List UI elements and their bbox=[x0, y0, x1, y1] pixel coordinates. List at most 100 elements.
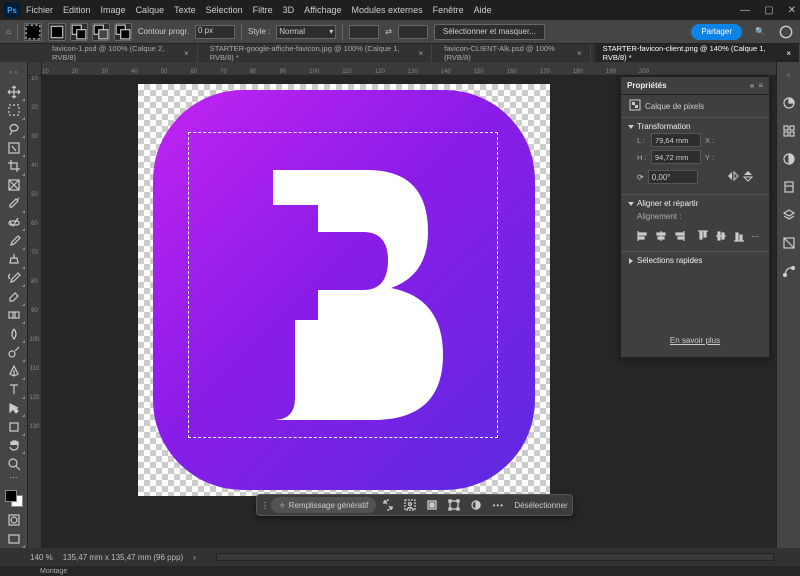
zoom-tool[interactable] bbox=[3, 454, 25, 473]
align-hcenter-icon[interactable] bbox=[655, 229, 667, 243]
chevron-down-icon[interactable] bbox=[628, 202, 634, 206]
select-subject-icon[interactable] bbox=[400, 495, 420, 515]
timeline-label[interactable]: Montage bbox=[0, 566, 800, 576]
search-icon[interactable]: 🔍 bbox=[752, 24, 768, 40]
layers-panel-icon[interactable] bbox=[780, 206, 798, 224]
transform-icon[interactable] bbox=[444, 495, 464, 515]
ruler-vertical[interactable]: 102030405060708090100110120130 bbox=[28, 76, 42, 548]
menu-item[interactable]: Fenêtre bbox=[433, 5, 464, 15]
menu-item[interactable]: Sélection bbox=[206, 5, 243, 15]
frame-tool[interactable] bbox=[3, 176, 25, 195]
contextual-taskbar[interactable]: ⋮ ✧Remplissage génératif ••• Désélection… bbox=[256, 494, 573, 516]
document-tab[interactable]: STARTER-google-affiche-favicon.jpg @ 100… bbox=[202, 44, 432, 62]
width-value[interactable]: 79,64 mm bbox=[651, 133, 701, 147]
menu-item[interactable]: Texte bbox=[174, 5, 196, 15]
type-tool[interactable] bbox=[3, 380, 25, 399]
learn-more-link[interactable]: En savoir plus bbox=[621, 324, 769, 357]
selection-new-icon[interactable] bbox=[48, 23, 66, 41]
selection-sub-icon[interactable] bbox=[92, 23, 110, 41]
path-select-tool[interactable] bbox=[3, 399, 25, 418]
libraries-panel-icon[interactable] bbox=[780, 178, 798, 196]
tab-close-icon[interactable]: × bbox=[786, 49, 791, 58]
eyedropper-tool[interactable] bbox=[3, 194, 25, 213]
menu-item[interactable]: Aide bbox=[474, 5, 492, 15]
deselect-button[interactable]: Désélectionner bbox=[514, 501, 567, 510]
flip-h-icon[interactable] bbox=[727, 171, 739, 183]
eraser-tool[interactable] bbox=[3, 287, 25, 306]
height-value[interactable]: 94,72 mm bbox=[651, 150, 701, 164]
width-input[interactable] bbox=[349, 25, 379, 39]
history-brush-tool[interactable] bbox=[3, 269, 25, 288]
align-top-icon[interactable] bbox=[697, 229, 709, 243]
share-button[interactable]: Partager bbox=[691, 24, 742, 40]
menu-item[interactable]: Calque bbox=[136, 5, 165, 15]
quick-section-title[interactable]: Sélections rapides bbox=[637, 256, 702, 265]
toolbox-collapse-icon[interactable]: « » bbox=[9, 70, 17, 76]
transform-section-title[interactable]: Transformation bbox=[637, 122, 691, 131]
channels-panel-icon[interactable] bbox=[780, 234, 798, 252]
properties-panel[interactable]: Propriétés «≡ Calque de pixels Transform… bbox=[620, 76, 770, 358]
selection-add-icon[interactable] bbox=[70, 23, 88, 41]
doc-info[interactable]: 135,47 mm x 135,47 mm (96 ppp) bbox=[63, 553, 184, 562]
menu-item[interactable]: Affichage bbox=[304, 5, 341, 15]
adjustments-panel-icon[interactable] bbox=[780, 150, 798, 168]
align-vcenter-icon[interactable] bbox=[715, 229, 727, 243]
select-mask-button[interactable]: Sélectionner et masquer... bbox=[434, 24, 545, 40]
brush-tool[interactable] bbox=[3, 231, 25, 250]
canvas[interactable] bbox=[138, 84, 550, 496]
align-bottom-icon[interactable] bbox=[733, 229, 745, 243]
crop-tool[interactable] bbox=[3, 157, 25, 176]
ruler-horizontal[interactable]: 1020304050607080901001101201301401501601… bbox=[28, 62, 776, 76]
align-more-icon[interactable]: ⋯ bbox=[751, 229, 759, 243]
align-left-icon[interactable] bbox=[637, 229, 649, 243]
swatches-panel-icon[interactable] bbox=[780, 122, 798, 140]
ruler-origin[interactable] bbox=[28, 62, 42, 76]
fill-icon[interactable] bbox=[466, 495, 486, 515]
shape-tool[interactable] bbox=[3, 417, 25, 436]
tab-close-icon[interactable]: × bbox=[184, 49, 189, 58]
document-tab[interactable]: favicon-CLIENT-Alk.psd @ 100% (RVB/8)× bbox=[436, 44, 590, 62]
genexpand-icon[interactable] bbox=[378, 495, 398, 515]
selection-marquee[interactable] bbox=[188, 132, 498, 438]
zoom-value[interactable]: 140 % bbox=[30, 553, 53, 562]
panel-menu-icon[interactable]: ≡ bbox=[758, 81, 763, 90]
doc-info-chevron-icon[interactable]: › bbox=[193, 553, 196, 562]
healing-tool[interactable] bbox=[3, 213, 25, 232]
panel-collapse-icon[interactable]: « bbox=[750, 81, 754, 90]
tool-edit-icon[interactable]: ⋯ bbox=[10, 473, 18, 486]
height-input[interactable] bbox=[398, 25, 428, 39]
close-icon[interactable]: ✕ bbox=[788, 5, 796, 16]
tab-close-icon[interactable]: × bbox=[418, 49, 423, 58]
panel-title[interactable]: Propriétés bbox=[627, 81, 667, 90]
blur-tool[interactable] bbox=[3, 324, 25, 343]
pen-tool[interactable] bbox=[3, 362, 25, 381]
selection-int-icon[interactable] bbox=[114, 23, 132, 41]
maximize-icon[interactable]: ▢ bbox=[764, 5, 773, 16]
hand-tool[interactable] bbox=[3, 436, 25, 455]
lasso-tool[interactable] bbox=[3, 120, 25, 139]
move-tool[interactable] bbox=[3, 83, 25, 102]
quickmask-icon[interactable] bbox=[3, 511, 25, 530]
chevron-down-icon[interactable] bbox=[628, 125, 634, 129]
generative-fill-button[interactable]: ✧Remplissage génératif bbox=[271, 497, 376, 513]
more-icon[interactable]: ••• bbox=[488, 495, 508, 515]
flip-v-icon[interactable] bbox=[743, 170, 753, 184]
swap-icon[interactable]: ⇄ bbox=[385, 27, 392, 36]
minimize-icon[interactable]: — bbox=[740, 5, 750, 16]
style-select[interactable]: Normal▾ bbox=[276, 25, 336, 39]
expand-panels-icon[interactable]: « bbox=[780, 66, 798, 84]
menu-item[interactable]: Edition bbox=[63, 5, 91, 15]
document-tab[interactable]: STARTER-favicon-client.png @ 140% (Calqu… bbox=[595, 44, 800, 62]
menu-item[interactable]: Filtre bbox=[253, 5, 273, 15]
gradient-tool[interactable] bbox=[3, 306, 25, 325]
angle-value[interactable]: 0,00° bbox=[648, 170, 698, 184]
menu-item[interactable]: Modules externes bbox=[352, 5, 423, 15]
chevron-right-icon[interactable] bbox=[629, 258, 633, 264]
menu-item[interactable]: Fichier bbox=[26, 5, 53, 15]
marquee-tool[interactable] bbox=[3, 101, 25, 120]
document-tab[interactable]: favicon-1.psd @ 100% (Calque 2, RVB/8)× bbox=[44, 44, 198, 62]
screenmode-icon[interactable] bbox=[3, 529, 25, 548]
clone-stamp-tool[interactable] bbox=[3, 250, 25, 269]
dodge-tool[interactable] bbox=[3, 343, 25, 362]
workspace-switcher-icon[interactable] bbox=[778, 24, 794, 40]
